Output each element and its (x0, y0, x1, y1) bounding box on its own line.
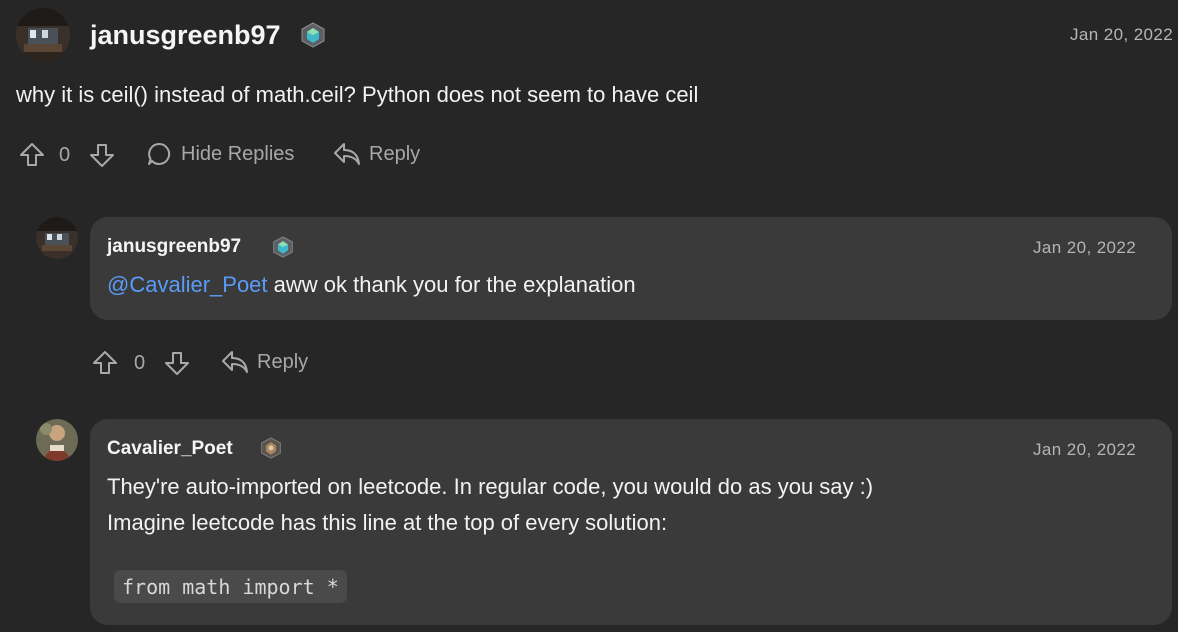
upvote-icon[interactable] (18, 141, 46, 169)
reply-text: aww ok thank you for the explanation (267, 272, 636, 297)
avatar[interactable] (36, 217, 78, 259)
reply-label: Reply (369, 142, 421, 165)
downvote-icon[interactable] (88, 141, 116, 169)
reply-label: Reply (257, 350, 309, 373)
reply-button[interactable]: Reply (333, 141, 420, 167)
mention-link[interactable]: @Cavalier_Poet (107, 272, 268, 297)
reply-card (90, 217, 1172, 320)
inline-code-text: from math import * (122, 574, 339, 599)
reply-username[interactable]: janusgreenb97 (107, 236, 241, 258)
reply-username[interactable]: Cavalier_Poet (107, 438, 233, 460)
comment-bubble-icon (146, 141, 172, 167)
badge-icon (300, 22, 326, 48)
reply-date: Jan 20, 2022 (1033, 238, 1137, 257)
reply-icon (221, 349, 249, 375)
inline-code: from math import * (114, 570, 347, 603)
upvote-icon[interactable] (91, 349, 119, 377)
username[interactable]: janusgreenb97 (90, 20, 281, 51)
reply-date: Jan 20, 2022 (1033, 440, 1137, 459)
reply-text-line: Imagine leetcode has this line at the to… (107, 510, 668, 535)
comment-body: why it is ceil() instead of math.ceil? P… (16, 82, 699, 107)
hide-replies-label: Hide Replies (181, 142, 295, 165)
vote-count: 0 (134, 352, 146, 374)
avatar[interactable] (16, 8, 70, 62)
avatar[interactable] (36, 419, 78, 461)
hide-replies-button[interactable]: Hide Replies (146, 141, 294, 167)
reply-text-line: They're auto-imported on leetcode. In re… (107, 474, 874, 499)
vote-count: 0 (59, 144, 71, 166)
reply-button[interactable]: Reply (221, 349, 308, 375)
badge-icon (260, 437, 282, 459)
reply-body: @Cavalier_Poet aww ok thank you for the … (107, 272, 636, 298)
reply-icon (333, 141, 361, 167)
downvote-icon[interactable] (163, 349, 191, 377)
badge-icon (272, 236, 294, 258)
comment-date: Jan 20, 2022 (1070, 25, 1174, 44)
